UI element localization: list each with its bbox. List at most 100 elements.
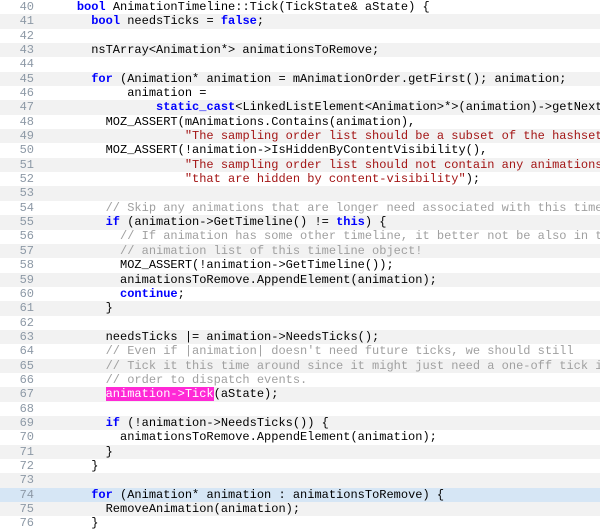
line-number: 41: [0, 14, 40, 28]
line-number: 63: [0, 330, 40, 344]
code-content[interactable]: RemoveAnimation(animation);: [40, 502, 600, 516]
code-line[interactable]: 62: [0, 316, 600, 330]
code-content[interactable]: "The sampling order list should not cont…: [40, 158, 600, 172]
code-line[interactable]: 53: [0, 186, 600, 200]
code-line[interactable]: 59 animationsToRemove.AppendElement(anim…: [0, 273, 600, 287]
code-line[interactable]: 72 }: [0, 459, 600, 473]
code-line[interactable]: 69 if (!animation->NeedsTicks()) {: [0, 416, 600, 430]
code-content[interactable]: animation->Tick(aState);: [40, 387, 600, 401]
code-line[interactable]: 54 // Skip any animations that are longe…: [0, 201, 600, 215]
line-number: 60: [0, 287, 40, 301]
line-number: 40: [0, 0, 40, 14]
line-number: 42: [0, 29, 40, 43]
code-content[interactable]: // Tick it this time around since it mig…: [40, 359, 600, 373]
code-line[interactable]: 52 "that are hidden by content-visibilit…: [0, 172, 600, 186]
code-content[interactable]: for (Animation* animation : animationsTo…: [40, 488, 600, 502]
code-line[interactable]: 60 continue;: [0, 287, 600, 301]
code-content[interactable]: }: [40, 516, 600, 530]
code-content[interactable]: MOZ_ASSERT(!animation->IsHiddenByContent…: [40, 143, 600, 157]
line-number: 44: [0, 57, 40, 71]
code-line[interactable]: 50 MOZ_ASSERT(!animation->IsHiddenByCont…: [0, 143, 600, 157]
code-line[interactable]: 66 // order to dispatch events.: [0, 373, 600, 387]
code-line[interactable]: 48 MOZ_ASSERT(mAnimations.Contains(anima…: [0, 115, 600, 129]
line-number: 66: [0, 373, 40, 387]
line-number: 74: [0, 488, 40, 502]
code-content[interactable]: bool AnimationTimeline::Tick(TickState& …: [40, 0, 600, 14]
code-content[interactable]: bool needsTicks = false;: [40, 14, 600, 28]
line-number: 70: [0, 430, 40, 444]
code-viewer[interactable]: 40 bool AnimationTimeline::Tick(TickStat…: [0, 0, 600, 531]
line-number: 45: [0, 72, 40, 86]
code-content[interactable]: // If animation has some other timeline,…: [40, 229, 600, 243]
line-number: 48: [0, 115, 40, 129]
code-line[interactable]: 57 // animation list of this timeline ob…: [0, 244, 600, 258]
code-line[interactable]: 56 // If animation has some other timeli…: [0, 230, 600, 244]
line-number: 43: [0, 43, 40, 57]
line-number: 62: [0, 316, 40, 330]
code-line[interactable]: 64 // Even if |animation| doesn't need f…: [0, 344, 600, 358]
line-number: 54: [0, 201, 40, 215]
line-number: 68: [0, 402, 40, 416]
code-content[interactable]: // animation list of this timeline objec…: [40, 244, 600, 258]
line-number: 64: [0, 344, 40, 358]
code-content[interactable]: MOZ_ASSERT(!animation->GetTimeline());: [40, 258, 600, 272]
line-number: 52: [0, 172, 40, 186]
code-content[interactable]: animationsToRemove.AppendElement(animati…: [40, 430, 600, 444]
line-number: 65: [0, 359, 40, 373]
line-number: 59: [0, 273, 40, 287]
code-content[interactable]: needsTicks |= animation->NeedsTicks();: [40, 330, 600, 344]
code-content[interactable]: // Even if |animation| doesn't need futu…: [40, 344, 600, 358]
code-content[interactable]: // order to dispatch events.: [40, 373, 600, 387]
line-number: 57: [0, 244, 40, 258]
code-content[interactable]: for (Animation* animation = mAnimationOr…: [40, 72, 600, 86]
code-line[interactable]: 58 MOZ_ASSERT(!animation->GetTimeline())…: [0, 258, 600, 272]
code-content[interactable]: MOZ_ASSERT(mAnimations.Contains(animatio…: [40, 115, 600, 129]
line-number: 50: [0, 143, 40, 157]
code-content[interactable]: animationsToRemove.AppendElement(animati…: [40, 273, 600, 287]
line-number: 73: [0, 473, 40, 487]
code-line[interactable]: 43 nsTArray<Animation*> animationsToRemo…: [0, 43, 600, 57]
line-number: 47: [0, 100, 40, 114]
line-number: 71: [0, 445, 40, 459]
code-content[interactable]: // Skip any animations that are longer n…: [40, 201, 600, 215]
code-content[interactable]: animation =: [40, 86, 600, 100]
code-line[interactable]: 67 animation->Tick(aState);: [0, 387, 600, 401]
code-content[interactable]: "The sampling order list should be a sub…: [40, 129, 600, 143]
code-line[interactable]: 61 }: [0, 301, 600, 315]
code-content[interactable]: "that are hidden by content-visibility")…: [40, 172, 600, 186]
code-line[interactable]: 41 bool needsTicks = false;: [0, 14, 600, 28]
code-line[interactable]: 63 needsTicks |= animation->NeedsTicks()…: [0, 330, 600, 344]
code-content[interactable]: if (animation->GetTimeline() != this) {: [40, 215, 600, 229]
code-content[interactable]: }: [40, 459, 600, 473]
code-line[interactable]: 44: [0, 57, 600, 71]
code-line[interactable]: 55 if (animation->GetTimeline() != this)…: [0, 215, 600, 229]
code-line[interactable]: 74 for (Animation* animation : animation…: [0, 488, 600, 502]
code-line[interactable]: 51 "The sampling order list should not c…: [0, 158, 600, 172]
code-content[interactable]: }: [40, 445, 600, 459]
code-content[interactable]: }: [40, 301, 600, 315]
code-content[interactable]: if (!animation->NeedsTicks()) {: [40, 416, 600, 430]
code-line[interactable]: 65 // Tick it this time around since it …: [0, 359, 600, 373]
line-number: 49: [0, 129, 40, 143]
line-number: 51: [0, 158, 40, 172]
code-line[interactable]: 70 animationsToRemove.AppendElement(anim…: [0, 430, 600, 444]
code-line[interactable]: 49 "The sampling order list should be a …: [0, 129, 600, 143]
code-line[interactable]: 45 for (Animation* animation = mAnimatio…: [0, 72, 600, 86]
code-line[interactable]: 76 }: [0, 516, 600, 530]
line-number: 72: [0, 459, 40, 473]
code-line[interactable]: 46 animation =: [0, 86, 600, 100]
code-content[interactable]: nsTArray<Animation*> animationsToRemove;: [40, 43, 600, 57]
line-number: 75: [0, 502, 40, 516]
code-line[interactable]: 71 }: [0, 445, 600, 459]
line-number: 55: [0, 215, 40, 229]
line-number: 56: [0, 229, 40, 243]
line-number: 61: [0, 301, 40, 315]
code-line[interactable]: 75 RemoveAnimation(animation);: [0, 502, 600, 516]
code-content[interactable]: continue;: [40, 287, 600, 301]
code-line[interactable]: 68: [0, 402, 600, 416]
code-line[interactable]: 42: [0, 29, 600, 43]
code-content[interactable]: static_cast<LinkedListElement<Animation>…: [40, 100, 600, 114]
code-line[interactable]: 73: [0, 473, 600, 487]
code-line[interactable]: 47 static_cast<LinkedListElement<Animati…: [0, 100, 600, 114]
code-line[interactable]: 40 bool AnimationTimeline::Tick(TickStat…: [0, 0, 600, 14]
